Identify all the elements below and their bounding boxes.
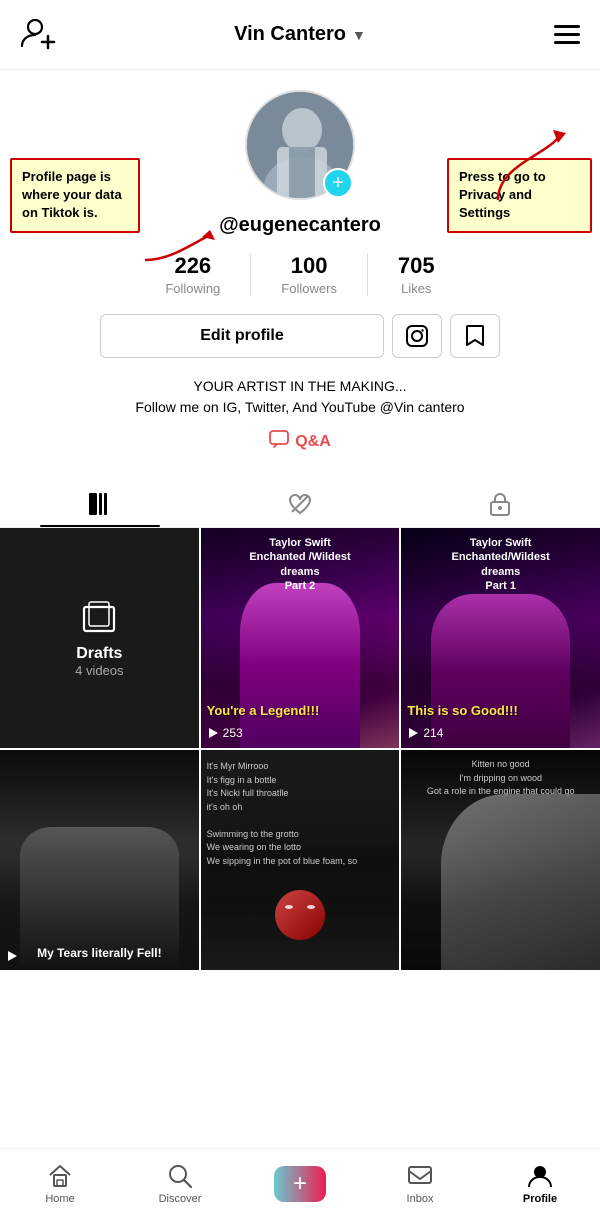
nav-home-label: Home xyxy=(45,1193,74,1205)
video-grid: Drafts 4 videos Taylor SwiftEnchanted /W… xyxy=(0,528,600,970)
nav-profile[interactable]: Profile xyxy=(480,1155,600,1213)
tab-videos[interactable] xyxy=(0,479,200,527)
video-caption-1: You're a Legend!!! xyxy=(207,703,394,718)
profile-handle: @eugenecantero xyxy=(219,214,381,237)
username-text: Vin Cantero xyxy=(234,23,346,46)
liked-icon xyxy=(287,491,313,517)
inbox-icon xyxy=(407,1163,433,1189)
tabs-row xyxy=(0,479,600,528)
nav-home[interactable]: Home xyxy=(0,1155,120,1213)
header-username[interactable]: Vin Cantero ▼ xyxy=(234,23,366,46)
callout-right-arrow xyxy=(488,125,568,205)
dropdown-arrow-icon: ▼ xyxy=(352,27,366,43)
bookmark-icon xyxy=(464,324,486,348)
video-cell-2[interactable]: Taylor SwiftEnchanted/WildestdreamsPart … xyxy=(401,528,600,748)
nav-create[interactable] xyxy=(240,1158,360,1210)
play-icon-2 xyxy=(407,727,419,739)
qa-label: Q&A xyxy=(295,433,331,451)
followers-stat[interactable]: 100 Followers xyxy=(251,253,368,296)
drafts-icon xyxy=(80,599,118,637)
add-user-button[interactable] xyxy=(20,14,70,55)
video-person-2 xyxy=(431,594,570,748)
nav-inbox[interactable]: Inbox xyxy=(360,1155,480,1213)
video-person-5 xyxy=(441,794,600,970)
edit-profile-button[interactable]: Edit profile xyxy=(100,314,384,358)
profile-section: Profile page is where your data on Tikto… xyxy=(0,70,600,479)
app-header: Vin Cantero ▼ xyxy=(0,0,600,70)
video-cell-5[interactable]: Kitten no goodI'm dripping on woodGot a … xyxy=(401,750,600,970)
lock-icon xyxy=(489,491,511,517)
callout-left: Profile page is where your data on Tikto… xyxy=(10,158,140,233)
drafts-cell[interactable]: Drafts 4 videos xyxy=(0,528,199,748)
video-title-2: Taylor SwiftEnchanted/WildestdreamsPart … xyxy=(401,536,600,593)
bookmark-button[interactable] xyxy=(450,314,500,358)
video-cell-3[interactable]: My Tears literally Fell! xyxy=(0,750,199,970)
likes-stat[interactable]: 705 Likes xyxy=(368,253,465,296)
video-lyrics: It's Myr Mirrooo It's figg in a bottle I… xyxy=(207,760,394,868)
drafts-label: Drafts xyxy=(76,645,122,663)
nav-discover[interactable]: Discover xyxy=(120,1155,240,1213)
menu-button[interactable] xyxy=(530,25,580,44)
avatar-container: + xyxy=(245,90,355,200)
add-user-icon xyxy=(20,14,56,50)
instagram-icon xyxy=(405,324,429,348)
video-plays-3 xyxy=(6,950,18,962)
nav-discover-label: Discover xyxy=(159,1193,202,1205)
video-title-3: My Tears literally Fell! xyxy=(0,946,199,962)
video-face xyxy=(207,890,394,940)
nav-inbox-label: Inbox xyxy=(407,1193,434,1205)
nav-profile-label: Profile xyxy=(523,1193,557,1205)
instagram-button[interactable] xyxy=(392,314,442,358)
callout-left-text: Profile page is where your data on Tikto… xyxy=(22,169,122,220)
home-icon xyxy=(47,1163,73,1189)
play-icon-3 xyxy=(6,950,18,962)
followers-label: Followers xyxy=(281,281,337,296)
drafts-count: 4 videos xyxy=(75,663,123,678)
following-label: Following xyxy=(165,281,220,296)
video-cell-1[interactable]: Taylor SwiftEnchanted /WildestdreamsPart… xyxy=(201,528,400,748)
qa-button[interactable]: Q&A xyxy=(269,430,331,453)
tab-liked[interactable] xyxy=(200,479,400,527)
play-icon xyxy=(207,727,219,739)
grid-icon xyxy=(87,491,113,517)
hamburger-icon[interactable] xyxy=(554,25,580,44)
followers-count: 100 xyxy=(291,253,328,279)
bio-section: YOUR ARTIST IN THE MAKING...Follow me on… xyxy=(135,376,464,418)
video-title-1: Taylor SwiftEnchanted /WildestdreamsPart… xyxy=(201,536,400,593)
bio-text: YOUR ARTIST IN THE MAKING...Follow me on… xyxy=(135,376,464,418)
discover-icon xyxy=(167,1163,193,1189)
video-plays-1: 253 xyxy=(207,726,243,740)
video-cell-4[interactable]: It's Myr Mirrooo It's figg in a bottle I… xyxy=(201,750,400,970)
video-person xyxy=(240,583,359,748)
callout-left-arrow xyxy=(140,225,220,265)
likes-label: Likes xyxy=(401,281,431,296)
create-button[interactable] xyxy=(274,1166,326,1202)
action-row: Edit profile xyxy=(100,314,500,358)
bottom-nav: Home Discover Inbox Profile xyxy=(0,1148,600,1218)
video-text-5: Kitten no goodI'm dripping on woodGot a … xyxy=(407,758,594,799)
profile-icon xyxy=(527,1163,553,1189)
video-caption-2: This is so Good!!! xyxy=(407,703,594,718)
video-plays-2: 214 xyxy=(407,726,443,740)
add-photo-button[interactable]: + xyxy=(323,168,353,198)
tab-private[interactable] xyxy=(400,479,600,527)
qa-speech-icon xyxy=(269,430,289,448)
likes-count: 705 xyxy=(398,253,435,279)
qa-icon xyxy=(269,430,289,453)
